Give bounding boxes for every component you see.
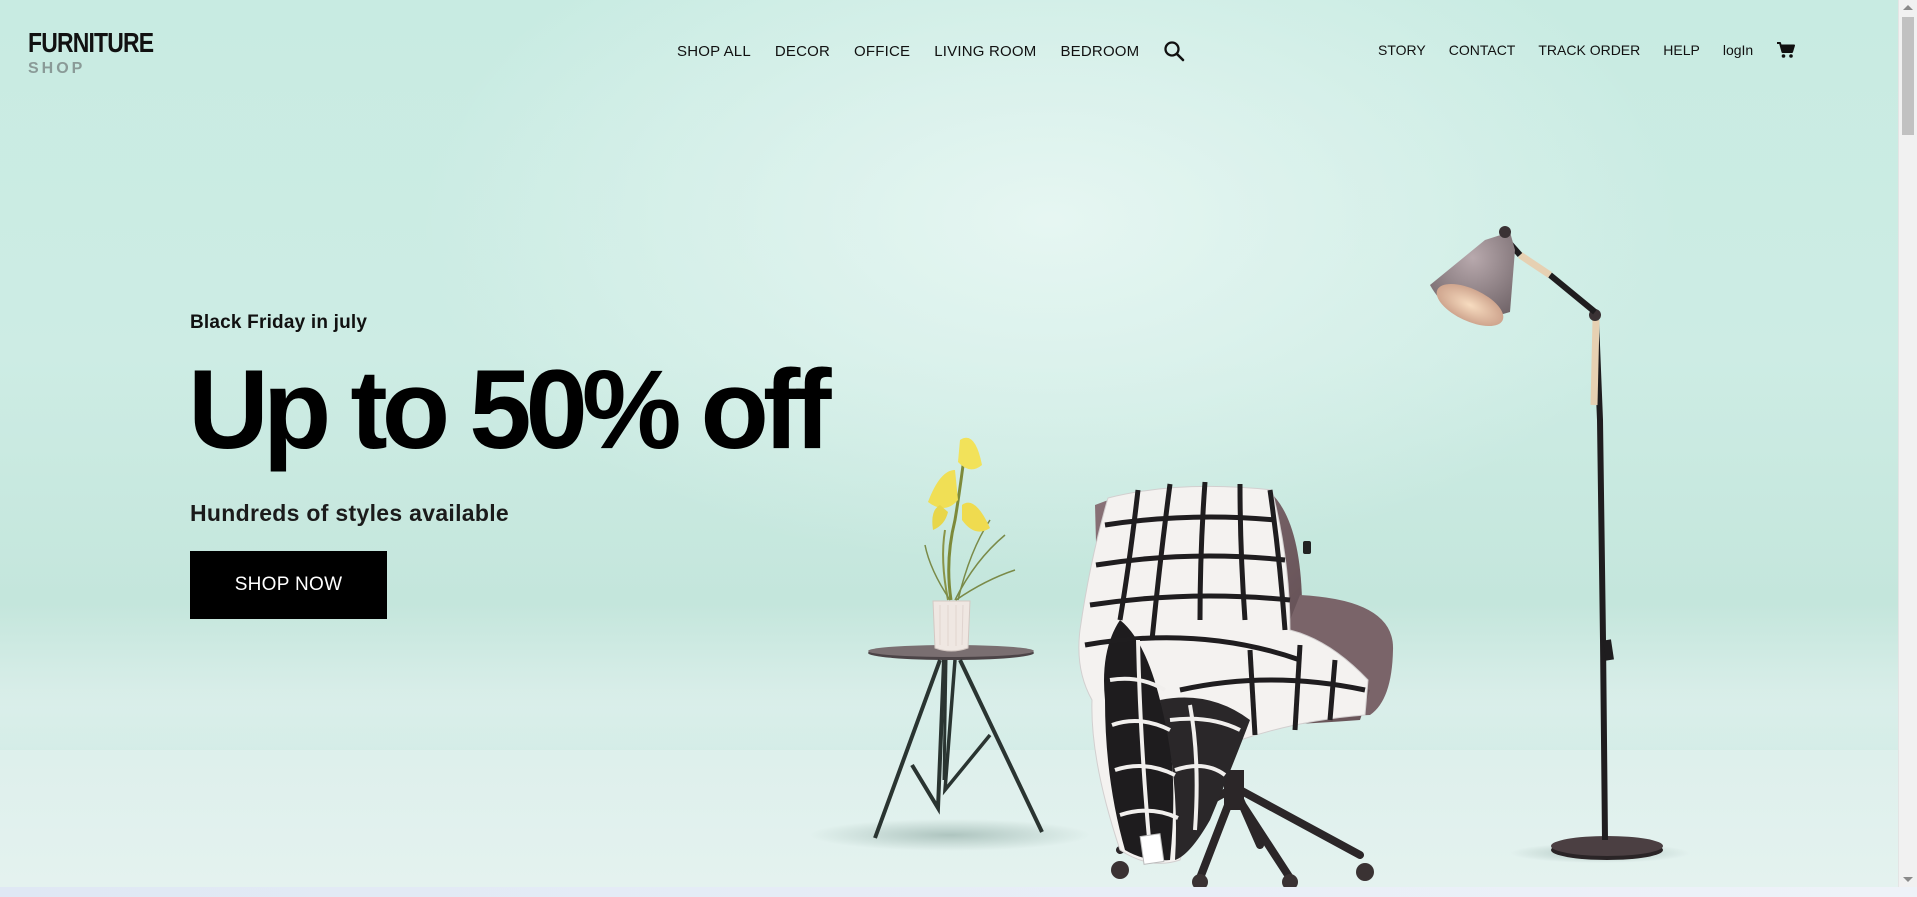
- shop-now-button[interactable]: SHOP NOW: [190, 551, 387, 619]
- hero-subtitle: Hundreds of styles available: [190, 500, 510, 526]
- utility-nav: STORY CONTACT TRACK ORDER HELP logIn: [1378, 41, 1796, 59]
- nav-help[interactable]: HELP: [1663, 42, 1700, 58]
- nav-bedroom[interactable]: BEDROOM: [1060, 43, 1139, 60]
- hero-title: Up to 50% off: [188, 347, 832, 472]
- cart-icon[interactable]: [1776, 41, 1796, 59]
- nav-office[interactable]: OFFICE: [854, 43, 910, 60]
- side-table: [868, 645, 1044, 839]
- search-icon[interactable]: [1163, 40, 1185, 62]
- nav-story[interactable]: STORY: [1378, 42, 1426, 58]
- nav-track-order[interactable]: TRACK ORDER: [1538, 42, 1640, 58]
- nav-contact[interactable]: CONTACT: [1449, 42, 1516, 58]
- page: FURNITURE SHOP SHOP ALL DECOR OFFICE LIV…: [0, 0, 1899, 887]
- bottom-strip: [0, 887, 1917, 897]
- logo[interactable]: FURNITURE SHOP: [28, 28, 181, 78]
- nav-decor[interactable]: DECOR: [775, 43, 830, 60]
- nav-shop-all[interactable]: SHOP ALL: [677, 43, 751, 60]
- nav-living-room[interactable]: LIVING ROOM: [934, 43, 1036, 60]
- main-nav: SHOP ALL DECOR OFFICE LIVING ROOM BEDROO…: [677, 40, 1185, 62]
- logo-main: FURNITURE: [28, 27, 154, 58]
- scroll-down-arrow-icon[interactable]: [1903, 877, 1913, 882]
- hero-eyebrow: Black Friday in july: [190, 312, 368, 333]
- office-chair: [1078, 481, 1394, 887]
- scroll-thumb[interactable]: [1902, 17, 1914, 135]
- flower-vase: [924, 437, 1016, 652]
- floor-lamp: [1430, 226, 1663, 860]
- scrollbar[interactable]: [1898, 0, 1917, 887]
- table-shadow: [810, 819, 1090, 851]
- logo-sub: SHOP: [28, 60, 86, 77]
- scroll-up-arrow-icon[interactable]: [1903, 5, 1913, 10]
- nav-login[interactable]: logIn: [1723, 42, 1753, 58]
